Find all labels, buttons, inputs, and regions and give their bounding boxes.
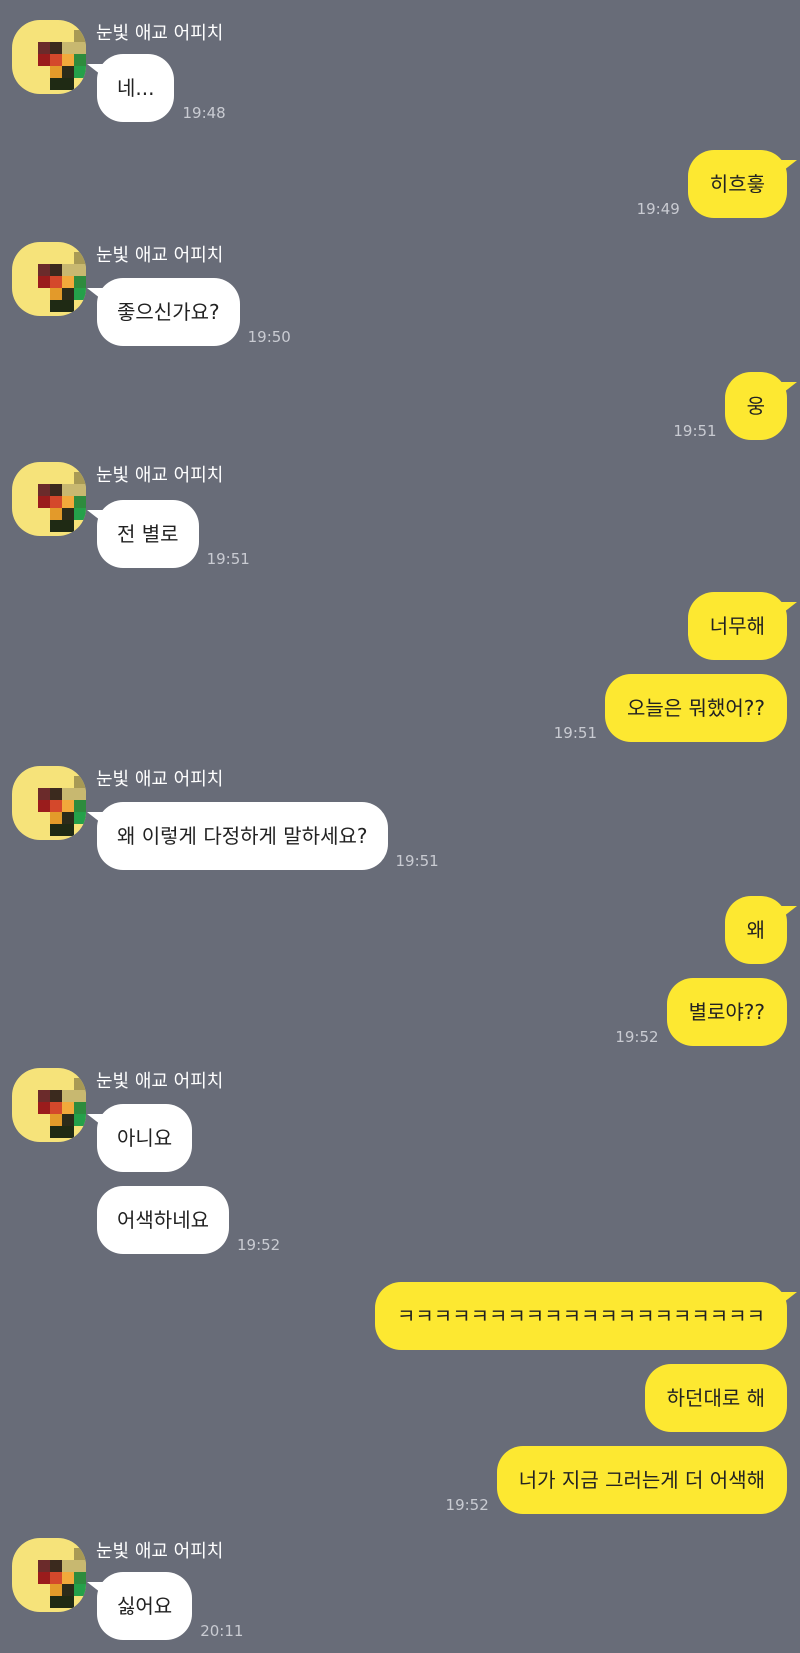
message-timestamp: 19:51 bbox=[206, 550, 250, 568]
profile-avatar[interactable] bbox=[12, 1538, 86, 1612]
bubble-tail bbox=[87, 812, 105, 826]
message-timestamp: 19:51 bbox=[395, 852, 439, 870]
profile-avatar[interactable] bbox=[12, 462, 86, 536]
pixelated-profile-icon bbox=[12, 462, 86, 536]
profile-avatar[interactable] bbox=[12, 1068, 86, 1142]
sender-name: 눈빛 애교 어피치 bbox=[96, 1541, 224, 1562]
message-timestamp: 19:51 bbox=[673, 422, 717, 440]
pixelated-profile-icon bbox=[12, 1538, 86, 1612]
outgoing-message-bubble[interactable]: 너가 지금 그러는게 더 어색해 bbox=[496, 1446, 787, 1514]
profile-avatar[interactable] bbox=[12, 20, 86, 94]
incoming-message-bubble[interactable]: 전 별로 bbox=[87, 500, 199, 568]
pixelated-profile-icon bbox=[12, 20, 86, 94]
message-timestamp: 19:52 bbox=[237, 1236, 281, 1254]
message-text: 좋으신가요? bbox=[117, 300, 220, 324]
outgoing-message-bubble[interactable]: 왜 bbox=[724, 896, 797, 964]
bubble-tail bbox=[779, 160, 797, 174]
message-text: ㅋㅋㅋㅋㅋㅋㅋㅋㅋㅋㅋㅋㅋㅋㅋㅋㅋㅋㅋㅋ bbox=[397, 1304, 765, 1328]
outgoing-message-bubble[interactable]: 히흐흫 bbox=[687, 150, 797, 218]
message-text: 히흐흫 bbox=[709, 172, 765, 196]
message-timestamp: 19:50 bbox=[247, 328, 291, 346]
sender-name: 눈빛 애교 어피치 bbox=[96, 465, 224, 486]
message-timestamp: 19:51 bbox=[553, 724, 597, 742]
bubble-tail bbox=[87, 64, 105, 78]
incoming-message-bubble[interactable]: 싫어요 bbox=[87, 1572, 193, 1640]
message-timestamp: 19:52 bbox=[615, 1028, 659, 1046]
profile-avatar[interactable] bbox=[12, 766, 86, 840]
message-timestamp: 20:11 bbox=[200, 1622, 244, 1640]
outgoing-message-bubble[interactable]: 웅 bbox=[724, 372, 797, 440]
bubble-tail bbox=[87, 510, 105, 524]
message-text: 왜 bbox=[746, 918, 765, 942]
message-timestamp: 19:48 bbox=[182, 104, 226, 122]
bubble-tail bbox=[779, 382, 797, 396]
message-text: 싫어요 bbox=[117, 1594, 173, 1618]
bubble-tail bbox=[87, 288, 105, 302]
outgoing-message-bubble[interactable]: 오늘은 뭐했어?? bbox=[605, 674, 787, 742]
incoming-message-bubble[interactable]: 좋으신가요? bbox=[87, 278, 240, 346]
outgoing-message-bubble[interactable]: 너무해 bbox=[687, 592, 797, 660]
message-text: 별로야?? bbox=[688, 1000, 765, 1024]
message-timestamp: 19:52 bbox=[445, 1496, 489, 1514]
outgoing-message-bubble[interactable]: 별로야?? bbox=[666, 978, 787, 1046]
sender-name: 눈빛 애교 어피치 bbox=[96, 23, 224, 44]
incoming-message-bubble[interactable]: 네... bbox=[87, 54, 175, 122]
message-timestamp: 19:49 bbox=[636, 200, 680, 218]
outgoing-message-bubble[interactable]: 하던대로 해 bbox=[644, 1364, 787, 1432]
bubble-tail bbox=[779, 1292, 797, 1306]
bubble-tail bbox=[87, 1582, 105, 1596]
outgoing-message-bubble[interactable]: ㅋㅋㅋㅋㅋㅋㅋㅋㅋㅋㅋㅋㅋㅋㅋㅋㅋㅋㅋㅋ bbox=[375, 1282, 797, 1350]
message-text: 왜 이렇게 다정하게 말하세요? bbox=[117, 824, 368, 848]
sender-name: 눈빛 애교 어피치 bbox=[96, 245, 224, 266]
pixelated-profile-icon bbox=[12, 242, 86, 316]
pixelated-profile-icon bbox=[12, 766, 86, 840]
message-text: 아니요 bbox=[117, 1126, 173, 1150]
chat-message-list[interactable]: 눈빛 애교 어피치 네... 19:48 히흐흫 19:49 눈빛 애교 어피치 좋으신가요… bbox=[0, 0, 800, 1653]
message-text: 네... bbox=[117, 76, 155, 100]
incoming-message-bubble[interactable]: 왜 이렇게 다정하게 말하세요? bbox=[87, 802, 388, 870]
profile-avatar[interactable] bbox=[12, 242, 86, 316]
sender-name: 눈빛 애교 어피치 bbox=[96, 769, 224, 790]
message-text: 전 별로 bbox=[117, 522, 179, 546]
message-text: 너무해 bbox=[709, 614, 765, 638]
incoming-message-bubble[interactable]: 아니요 bbox=[87, 1104, 193, 1172]
sender-name: 눈빛 애교 어피치 bbox=[96, 1071, 224, 1092]
message-text: 오늘은 뭐했어?? bbox=[627, 696, 765, 720]
bubble-tail bbox=[87, 1114, 105, 1128]
bubble-tail bbox=[779, 602, 797, 616]
pixelated-profile-icon bbox=[12, 1068, 86, 1142]
message-text: 어색하네요 bbox=[117, 1208, 209, 1232]
message-text: 웅 bbox=[746, 394, 765, 418]
incoming-message-bubble[interactable]: 어색하네요 bbox=[97, 1186, 229, 1254]
bubble-tail bbox=[779, 906, 797, 920]
message-text: 너가 지금 그러는게 더 어색해 bbox=[518, 1468, 765, 1492]
message-text: 하던대로 해 bbox=[666, 1386, 765, 1410]
